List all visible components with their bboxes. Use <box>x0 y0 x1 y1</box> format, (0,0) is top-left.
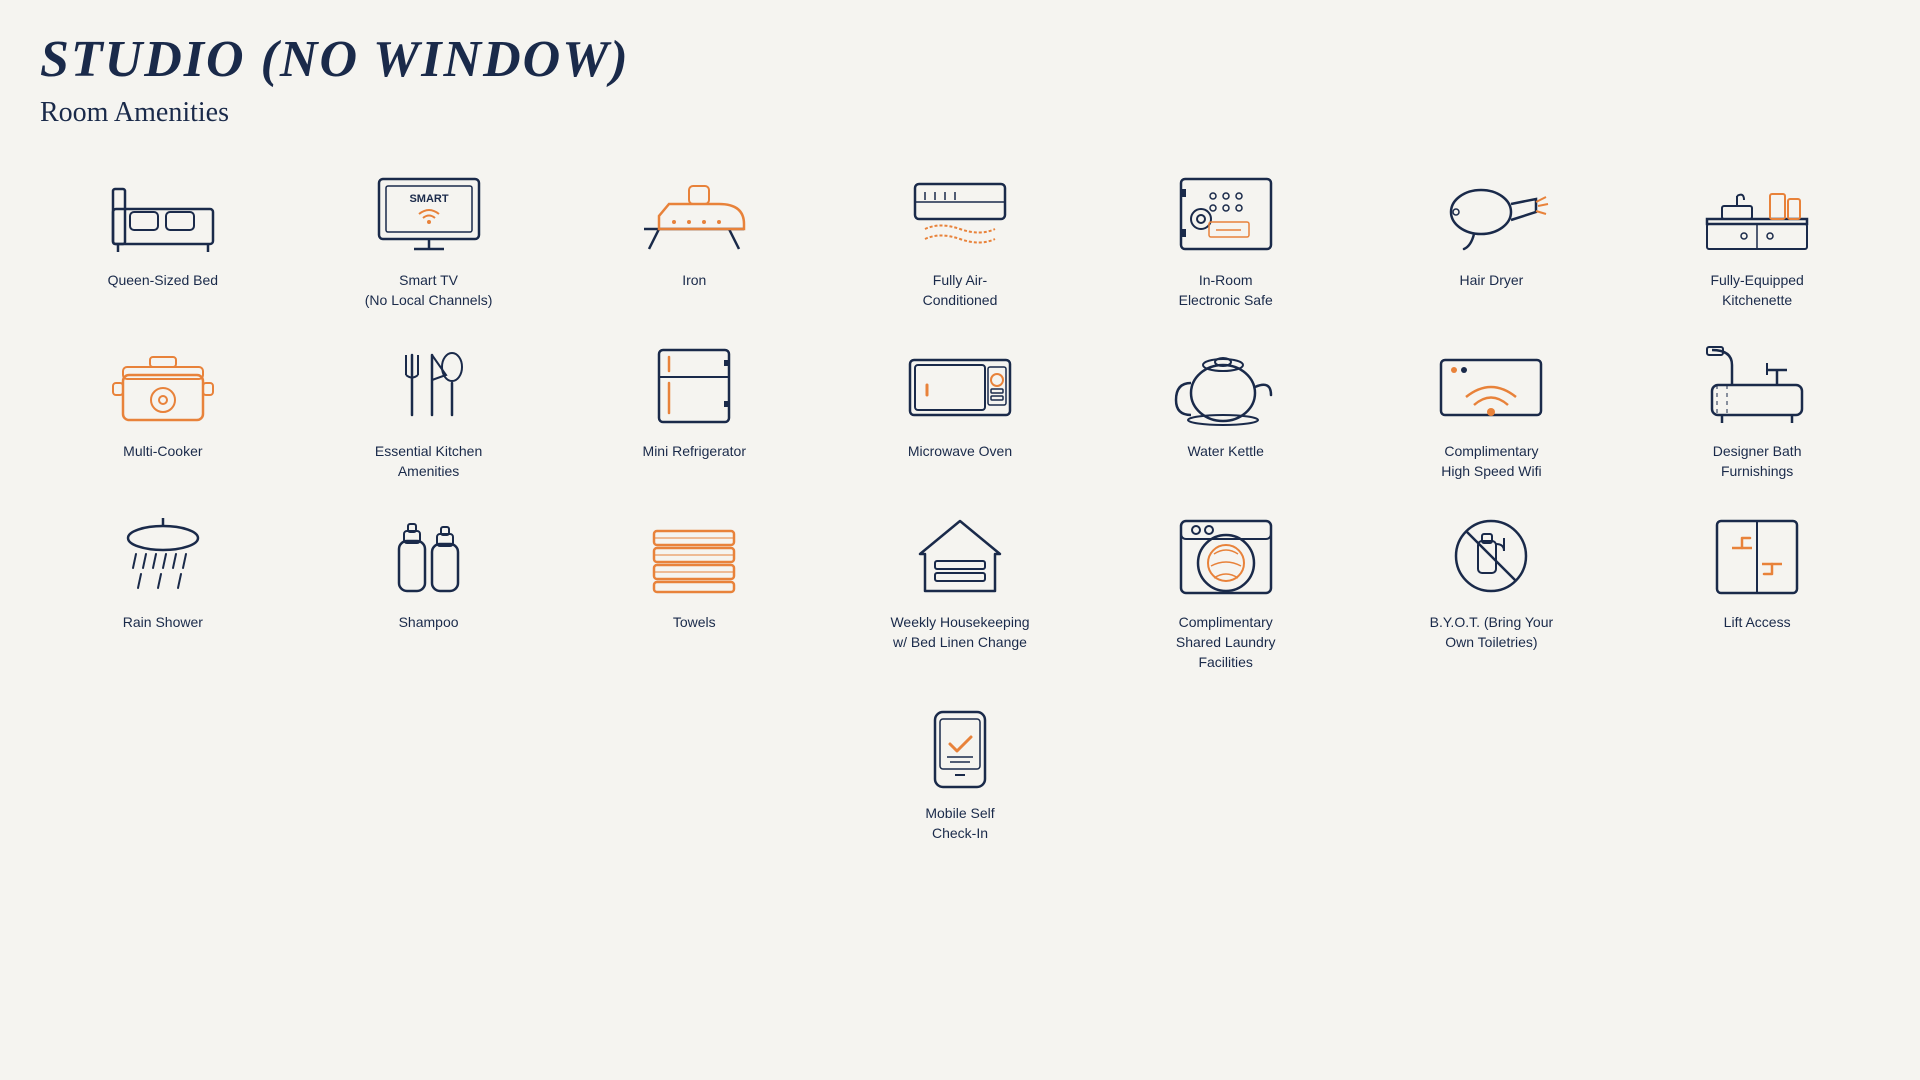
queen-bed-icon <box>103 169 223 259</box>
amenity-mobile-checkin: Mobile SelfCheck-In <box>837 702 1083 843</box>
multi-cooker-icon <box>103 340 223 430</box>
shampoo-label: Shampoo <box>399 613 459 633</box>
byot-icon <box>1431 511 1551 601</box>
queen-bed-label: Queen-Sized Bed <box>108 271 219 291</box>
lift-label: Lift Access <box>1724 613 1791 633</box>
mobile-checkin-icon <box>900 702 1020 792</box>
amenity-electronic-safe: In-RoomElectronic Safe <box>1103 169 1349 310</box>
bath-furnishings-icon <box>1697 340 1817 430</box>
bath-furnishings-label: Designer BathFurnishings <box>1713 442 1802 481</box>
page-title: STUDIO (NO WINDOW) <box>40 30 1880 89</box>
mini-fridge-icon <box>634 340 754 430</box>
towels-label: Towels <box>673 613 716 633</box>
housekeeping-label: Weekly Housekeepingw/ Bed Linen Change <box>890 613 1029 652</box>
housekeeping-icon <box>900 511 1020 601</box>
wifi-label: ComplimentaryHigh Speed Wifi <box>1441 442 1541 481</box>
amenity-queen-bed: Queen-Sized Bed <box>40 169 286 310</box>
svg-text:SMART: SMART <box>409 193 448 205</box>
amenity-microwave: Microwave Oven <box>837 340 1083 481</box>
water-kettle-label: Water Kettle <box>1187 442 1264 462</box>
amenity-smart-tv: SMART Smart TV(No Local Channels) <box>306 169 552 310</box>
amenity-bath-furnishings: Designer BathFurnishings <box>1634 340 1880 481</box>
amenity-mini-fridge: Mini Refrigerator <box>571 340 817 481</box>
amenity-air-conditioned: Fully Air-Conditioned <box>837 169 1083 310</box>
electronic-safe-label: In-RoomElectronic Safe <box>1179 271 1273 310</box>
amenity-housekeeping: Weekly Housekeepingw/ Bed Linen Change <box>837 511 1083 672</box>
laundry-icon <box>1166 511 1286 601</box>
mini-fridge-label: Mini Refrigerator <box>643 442 746 462</box>
kitchen-amenities-label: Essential KitchenAmenities <box>375 442 482 481</box>
air-conditioned-label: Fully Air-Conditioned <box>923 271 998 310</box>
amenity-byot: B.Y.O.T. (Bring YourOwn Toiletries) <box>1369 511 1615 672</box>
laundry-label: ComplimentaryShared LaundryFacilities <box>1176 613 1276 672</box>
amenities-grid: Queen-Sized Bed SMART Smart TV(No Local … <box>40 169 1880 843</box>
multi-cooker-label: Multi-Cooker <box>123 442 202 462</box>
water-kettle-icon <box>1166 340 1286 430</box>
amenity-kitchenette: Fully-EquippedKitchenette <box>1634 169 1880 310</box>
page-subtitle: Room Amenities <box>40 97 1880 129</box>
amenity-wifi: ComplimentaryHigh Speed Wifi <box>1369 340 1615 481</box>
byot-label: B.Y.O.T. (Bring YourOwn Toiletries) <box>1430 613 1553 652</box>
wifi-icon <box>1431 340 1551 430</box>
kitchenette-label: Fully-EquippedKitchenette <box>1710 271 1803 310</box>
rain-shower-label: Rain Shower <box>123 613 203 633</box>
kitchenette-icon <box>1697 169 1817 259</box>
hair-dryer-icon <box>1431 169 1551 259</box>
kitchen-amenities-icon <box>369 340 489 430</box>
microwave-label: Microwave Oven <box>908 442 1012 462</box>
amenity-kitchen-amenities: Essential KitchenAmenities <box>306 340 552 481</box>
iron-label: Iron <box>682 271 706 291</box>
amenity-hair-dryer: Hair Dryer <box>1369 169 1615 310</box>
lift-icon <box>1697 511 1817 601</box>
amenity-towels: Towels <box>571 511 817 672</box>
rain-shower-icon <box>103 511 223 601</box>
smart-tv-label: Smart TV(No Local Channels) <box>365 271 493 310</box>
electronic-safe-icon <box>1166 169 1286 259</box>
amenity-rain-shower: Rain Shower <box>40 511 286 672</box>
smart-tv-icon: SMART <box>369 169 489 259</box>
towels-icon <box>634 511 754 601</box>
air-conditioned-icon <box>900 169 1020 259</box>
iron-icon <box>634 169 754 259</box>
shampoo-icon <box>369 511 489 601</box>
microwave-icon <box>900 340 1020 430</box>
amenity-shampoo: Shampoo <box>306 511 552 672</box>
amenity-water-kettle: Water Kettle <box>1103 340 1349 481</box>
amenity-iron: Iron <box>571 169 817 310</box>
mobile-checkin-label: Mobile SelfCheck-In <box>925 804 994 843</box>
amenity-laundry: ComplimentaryShared LaundryFacilities <box>1103 511 1349 672</box>
hair-dryer-label: Hair Dryer <box>1460 271 1524 291</box>
amenity-multi-cooker: Multi-Cooker <box>40 340 286 481</box>
amenity-lift: Lift Access <box>1634 511 1880 672</box>
